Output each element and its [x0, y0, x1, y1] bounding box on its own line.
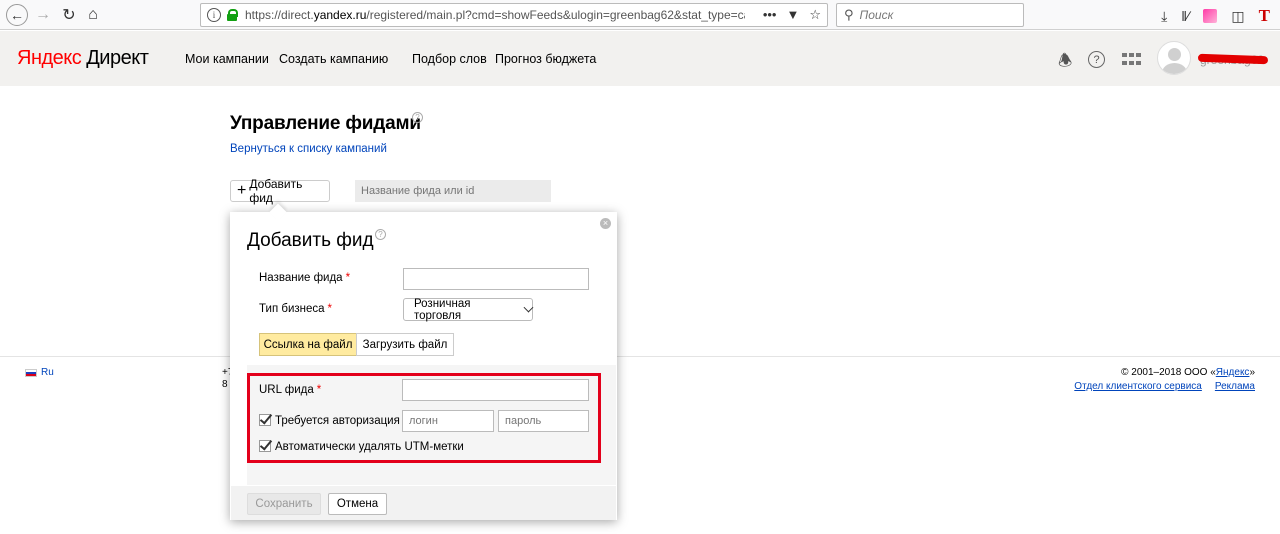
tab-upload-file[interactable]: Загрузить файл: [356, 333, 454, 356]
library-icon[interactable]: ‖∕: [1181, 8, 1189, 24]
business-type-label: Тип бизнеса *: [259, 303, 333, 315]
feed-name-input[interactable]: [403, 268, 589, 290]
avatar[interactable]: [1157, 41, 1191, 75]
extension-icon[interactable]: [1203, 9, 1218, 23]
pocket-icon[interactable]: ▼: [786, 7, 799, 23]
save-button[interactable]: Сохранить: [247, 493, 321, 515]
feed-url-label: URL фида *: [259, 384, 322, 396]
copyright: © 2001–2018 ООО «Яндекс»: [1121, 367, 1255, 378]
login-input[interactable]: [402, 410, 494, 432]
bookmark-star-icon[interactable]: ☆: [809, 7, 821, 23]
footer-links: Отдел клиентского сервиса Реклама: [1074, 381, 1255, 392]
url-text[interactable]: https://direct.yandex.ru/registered/main…: [245, 8, 745, 22]
browser-search-input[interactable]: ⚲ Поиск: [836, 3, 1024, 27]
yandex-direct-logo[interactable]: Яндекс Директ: [17, 47, 149, 70]
browser-toolbar: ← → ↻ ⌂ i https://direct.yandex.ru/regis…: [0, 0, 1280, 30]
add-feed-button[interactable]: + Добавить фид: [230, 177, 330, 205]
footer-divider: [0, 356, 1280, 357]
apps-grid-icon[interactable]: [1122, 53, 1142, 67]
language-switcher[interactable]: Ru: [25, 367, 54, 378]
feed-url-input[interactable]: [402, 379, 589, 401]
plus-icon: +: [237, 182, 247, 199]
remove-utm-label[interactable]: Автоматически удалять UTM-метки: [275, 441, 464, 453]
remove-utm-checkbox[interactable]: [259, 440, 271, 452]
lock-icon: [227, 9, 238, 21]
help-icon[interactable]: ?: [1088, 51, 1105, 68]
auth-required-label[interactable]: Требуется авторизация: [275, 415, 400, 427]
bell-icon[interactable]: 🕭: [1058, 50, 1072, 77]
help-icon[interactable]: ?: [412, 112, 423, 123]
auth-required-checkbox[interactable]: [259, 414, 271, 426]
modal-title: Добавить фид: [247, 230, 374, 251]
footer-link-client-service[interactable]: Отдел клиентского сервиса: [1074, 381, 1202, 392]
feed-name-label: Название фида *: [259, 272, 351, 284]
back-to-campaigns-link[interactable]: Вернуться к списку кампаний: [230, 143, 387, 155]
close-icon[interactable]: ×: [600, 218, 611, 229]
password-input[interactable]: [498, 410, 589, 432]
page-actions-icon[interactable]: •••: [763, 7, 777, 23]
cancel-button[interactable]: Отмена: [328, 493, 387, 515]
site-header: Яндекс Директ Мои кампании Создать кампан…: [0, 31, 1280, 86]
nav-my-campaigns[interactable]: Мои кампании: [185, 52, 269, 66]
chevron-down-icon: [523, 302, 534, 313]
page-title: Управление фидами: [230, 113, 421, 134]
download-icon[interactable]: ⤓: [1161, 8, 1167, 25]
help-icon[interactable]: ?: [375, 229, 386, 240]
url-bar[interactable]: i https://direct.yandex.ru/registered/ma…: [200, 3, 828, 27]
nav-budget-forecast[interactable]: Прогноз бюджета: [495, 52, 596, 66]
footer-link-advertising[interactable]: Реклама: [1215, 381, 1255, 392]
search-icon: ⚲: [844, 7, 854, 22]
home-icon[interactable]: ⌂: [82, 4, 104, 26]
feed-search-input[interactable]: [355, 180, 551, 202]
russia-flag-icon: [25, 368, 37, 377]
info-icon[interactable]: i: [207, 8, 221, 22]
yandex-link[interactable]: Яндекс: [1216, 367, 1250, 378]
forward-icon[interactable]: →: [32, 4, 54, 26]
reload-icon[interactable]: ↻: [58, 4, 80, 26]
nav-keyword-selection[interactable]: Подбор слов: [412, 52, 487, 66]
back-icon[interactable]: ←: [6, 4, 28, 26]
business-type-select[interactable]: Розничная торговля: [403, 298, 534, 322]
sidebar-icon[interactable]: ◫: [1231, 8, 1244, 25]
nav-create-campaign[interactable]: Создать кампанию: [279, 52, 388, 66]
tab-file-link[interactable]: Ссылка на файл: [259, 333, 357, 356]
t-extension-icon[interactable]: T: [1259, 6, 1270, 26]
